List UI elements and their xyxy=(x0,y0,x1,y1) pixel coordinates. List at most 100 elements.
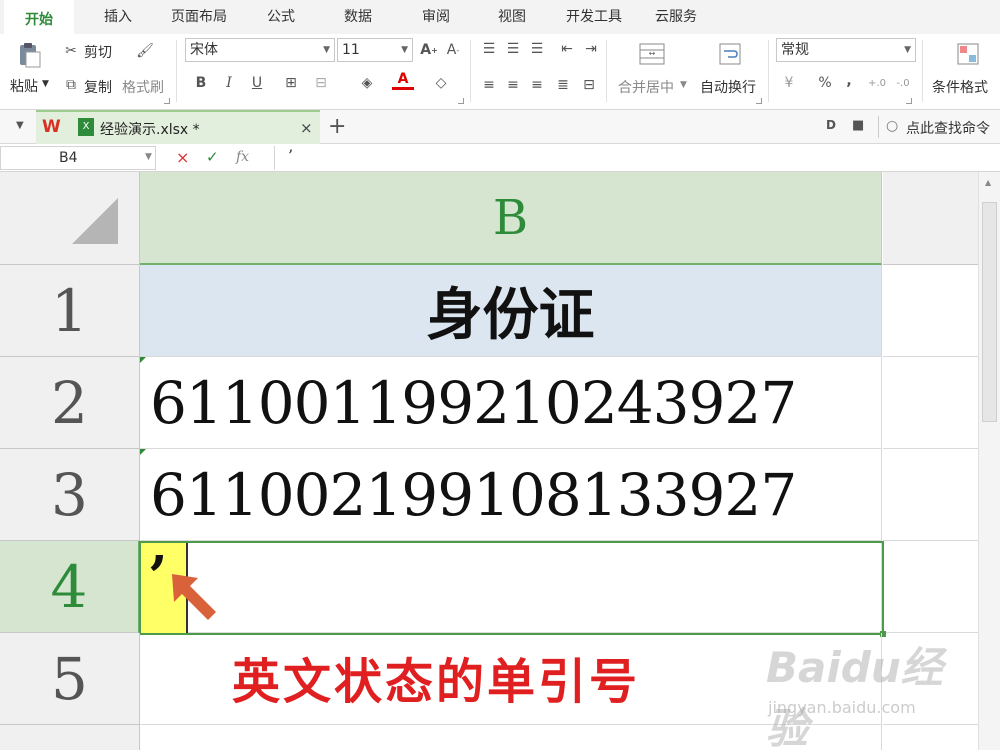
tab-home[interactable]: 开始 xyxy=(4,0,74,34)
align-top-icon[interactable]: ☰ xyxy=(478,38,500,60)
select-all-corner[interactable] xyxy=(0,172,140,265)
vertical-scrollbar[interactable]: ▲ xyxy=(978,172,1000,750)
format-painter-button[interactable]: 格式刷 xyxy=(122,77,164,97)
cell-b1[interactable]: 身份证 xyxy=(140,265,882,357)
close-icon[interactable]: × xyxy=(300,119,313,137)
wrap-text-button[interactable]: 自动换行 xyxy=(700,77,756,97)
align-bottom-icon[interactable]: ☰ xyxy=(526,38,548,60)
tab-review[interactable]: 审阅 xyxy=(410,0,462,34)
align-middle-icon[interactable]: ☰ xyxy=(502,38,524,60)
cut-button[interactable]: 剪切 xyxy=(84,42,112,62)
scroll-up-icon[interactable]: ▲ xyxy=(985,178,991,187)
tab-data[interactable]: 数据 xyxy=(332,0,384,34)
underline-button[interactable]: U xyxy=(246,72,268,94)
scrollbar-thumb[interactable] xyxy=(982,202,997,422)
fill-color-icon[interactable]: ◈ xyxy=(356,72,378,94)
cell-c3[interactable] xyxy=(883,449,978,541)
cell-c1[interactable] xyxy=(883,265,978,357)
tab-page-layout[interactable]: 页面布局 xyxy=(160,0,238,34)
merge-center-icon[interactable]: ↔ xyxy=(638,40,666,68)
row-header-2[interactable]: 2 xyxy=(0,357,140,449)
cell-b2[interactable]: 611001199210243927 xyxy=(140,357,882,449)
font-name-combo[interactable]: 宋体 ▼ xyxy=(185,38,335,62)
clear-format-icon[interactable]: ◇ xyxy=(430,72,452,94)
indent-increase-icon[interactable]: ⇥ xyxy=(580,38,602,60)
text-number-indicator xyxy=(140,449,146,455)
decrease-font-icon[interactable]: A- xyxy=(442,39,464,61)
separator xyxy=(922,40,923,102)
wrap-text-icon[interactable] xyxy=(716,40,744,68)
name-box-dropdown-icon[interactable]: ▼ xyxy=(145,152,152,162)
conditional-format-button[interactable]: 条件格式 xyxy=(932,77,988,97)
text-number-indicator xyxy=(140,357,146,363)
tab-view[interactable]: 视图 xyxy=(486,0,538,34)
cell-c2[interactable] xyxy=(883,357,978,449)
cancel-icon[interactable]: × xyxy=(176,148,189,167)
document-tab[interactable]: W X 经验演示.xlsx * × xyxy=(36,110,320,144)
separator xyxy=(176,40,177,102)
document-tab-label: 经验演示.xlsx * xyxy=(100,122,200,138)
tab-formulas[interactable]: 公式 xyxy=(256,0,306,34)
justify-icon[interactable]: ≣ xyxy=(552,74,574,96)
border-icon[interactable]: ⊞ xyxy=(280,72,302,94)
row-header-5[interactable]: 5 xyxy=(0,633,140,725)
function-button[interactable]: fx xyxy=(236,149,249,165)
comma-button[interactable]: , xyxy=(838,70,860,92)
bold-button[interactable]: B xyxy=(190,72,212,94)
conditional-format-icon[interactable] xyxy=(954,40,982,68)
row-header-1[interactable]: 1 xyxy=(0,265,140,357)
distributed-icon[interactable]: ⊟ xyxy=(578,74,600,96)
number-launcher-icon[interactable] xyxy=(906,98,912,104)
scissors-icon[interactable]: ✂ xyxy=(60,40,82,62)
search-command-input[interactable]: 点此查找命令 xyxy=(906,118,990,138)
merge-dropdown-icon[interactable]: ▼ xyxy=(680,80,687,90)
font-size-combo[interactable]: 11 ▼ xyxy=(337,38,413,62)
confirm-icon[interactable]: ✓ xyxy=(206,148,219,166)
paste-dropdown-icon[interactable]: ▼ xyxy=(42,79,49,89)
number-format-combo[interactable]: 常规 ▼ xyxy=(776,38,916,62)
tab-insert[interactable]: 插入 xyxy=(90,0,146,34)
clipboard-launcher-icon[interactable] xyxy=(164,98,170,104)
column-header-c[interactable] xyxy=(883,172,978,265)
currency-icon[interactable]: ¥ xyxy=(778,72,800,94)
decrease-decimal-icon[interactable]: -.0 xyxy=(892,72,914,94)
row-header-3[interactable]: 3 xyxy=(0,449,140,541)
baidu-watermark: Baidu经验 jingyan.baidu.com xyxy=(766,634,966,753)
indent-decrease-icon[interactable]: ⇤ xyxy=(556,38,578,60)
copy-icon[interactable]: ⧉ xyxy=(60,74,82,96)
name-box[interactable]: B4 xyxy=(0,146,156,170)
ribbon: 粘贴 ▼ ✂ 剪切 ⧉ 复制 🖌 格式刷 宋体 ▼ 11 ▼ A + A- B I U… xyxy=(0,34,1000,110)
tab-cloud[interactable]: 云服务 xyxy=(646,0,706,34)
tab-developer[interactable]: 开发工具 xyxy=(556,0,632,34)
align-right-icon[interactable]: ≡ xyxy=(526,74,548,96)
search-icon[interactable]: ○ xyxy=(886,118,898,134)
format-painter-icon[interactable]: 🖌 xyxy=(134,40,156,62)
cell-b3[interactable]: 611002199108133927 xyxy=(140,449,882,541)
column-header-b[interactable]: B xyxy=(140,172,882,265)
copy-button[interactable]: 复制 xyxy=(84,77,112,97)
paste-button[interactable]: 粘贴 xyxy=(10,76,38,96)
border-style-icon[interactable]: ⊟ xyxy=(310,72,332,94)
alignment-launcher-icon[interactable] xyxy=(756,98,762,104)
percent-button[interactable]: % xyxy=(814,72,836,94)
font-color-icon[interactable]: A xyxy=(392,70,414,90)
font-launcher-icon[interactable] xyxy=(458,98,464,104)
watermark-url: jingyan.baidu.com xyxy=(768,698,916,717)
paste-icon[interactable] xyxy=(14,40,44,70)
quick-access-dropdown-icon[interactable]: ▼ xyxy=(16,120,24,131)
doc-view-icon[interactable]: D xyxy=(826,118,836,132)
row-header-4[interactable]: 4 xyxy=(0,541,140,633)
align-center-icon[interactable]: ≡ xyxy=(502,74,524,96)
new-tab-icon[interactable]: + xyxy=(328,114,346,139)
increase-decimal-icon[interactable]: +.0 xyxy=(866,72,888,94)
increase-font-icon[interactable]: A + xyxy=(418,39,440,61)
merge-center-button[interactable]: 合并居中 xyxy=(618,77,674,97)
row-header-6[interactable] xyxy=(0,725,140,750)
formula-input[interactable]: ’ xyxy=(288,146,293,165)
menu-bar: 开始 插入 页面布局 公式 数据 审阅 视图 开发工具 云服务 xyxy=(0,0,1000,34)
cell-c4[interactable] xyxy=(883,541,978,633)
align-left-icon[interactable]: ≡ xyxy=(478,74,500,96)
feedback-icon[interactable]: ■ xyxy=(852,118,864,133)
italic-button[interactable]: I xyxy=(218,72,240,94)
document-tab-bar: ▼ W X 经验演示.xlsx * × + D ■ ○ 点此查找命令 xyxy=(0,110,1000,144)
